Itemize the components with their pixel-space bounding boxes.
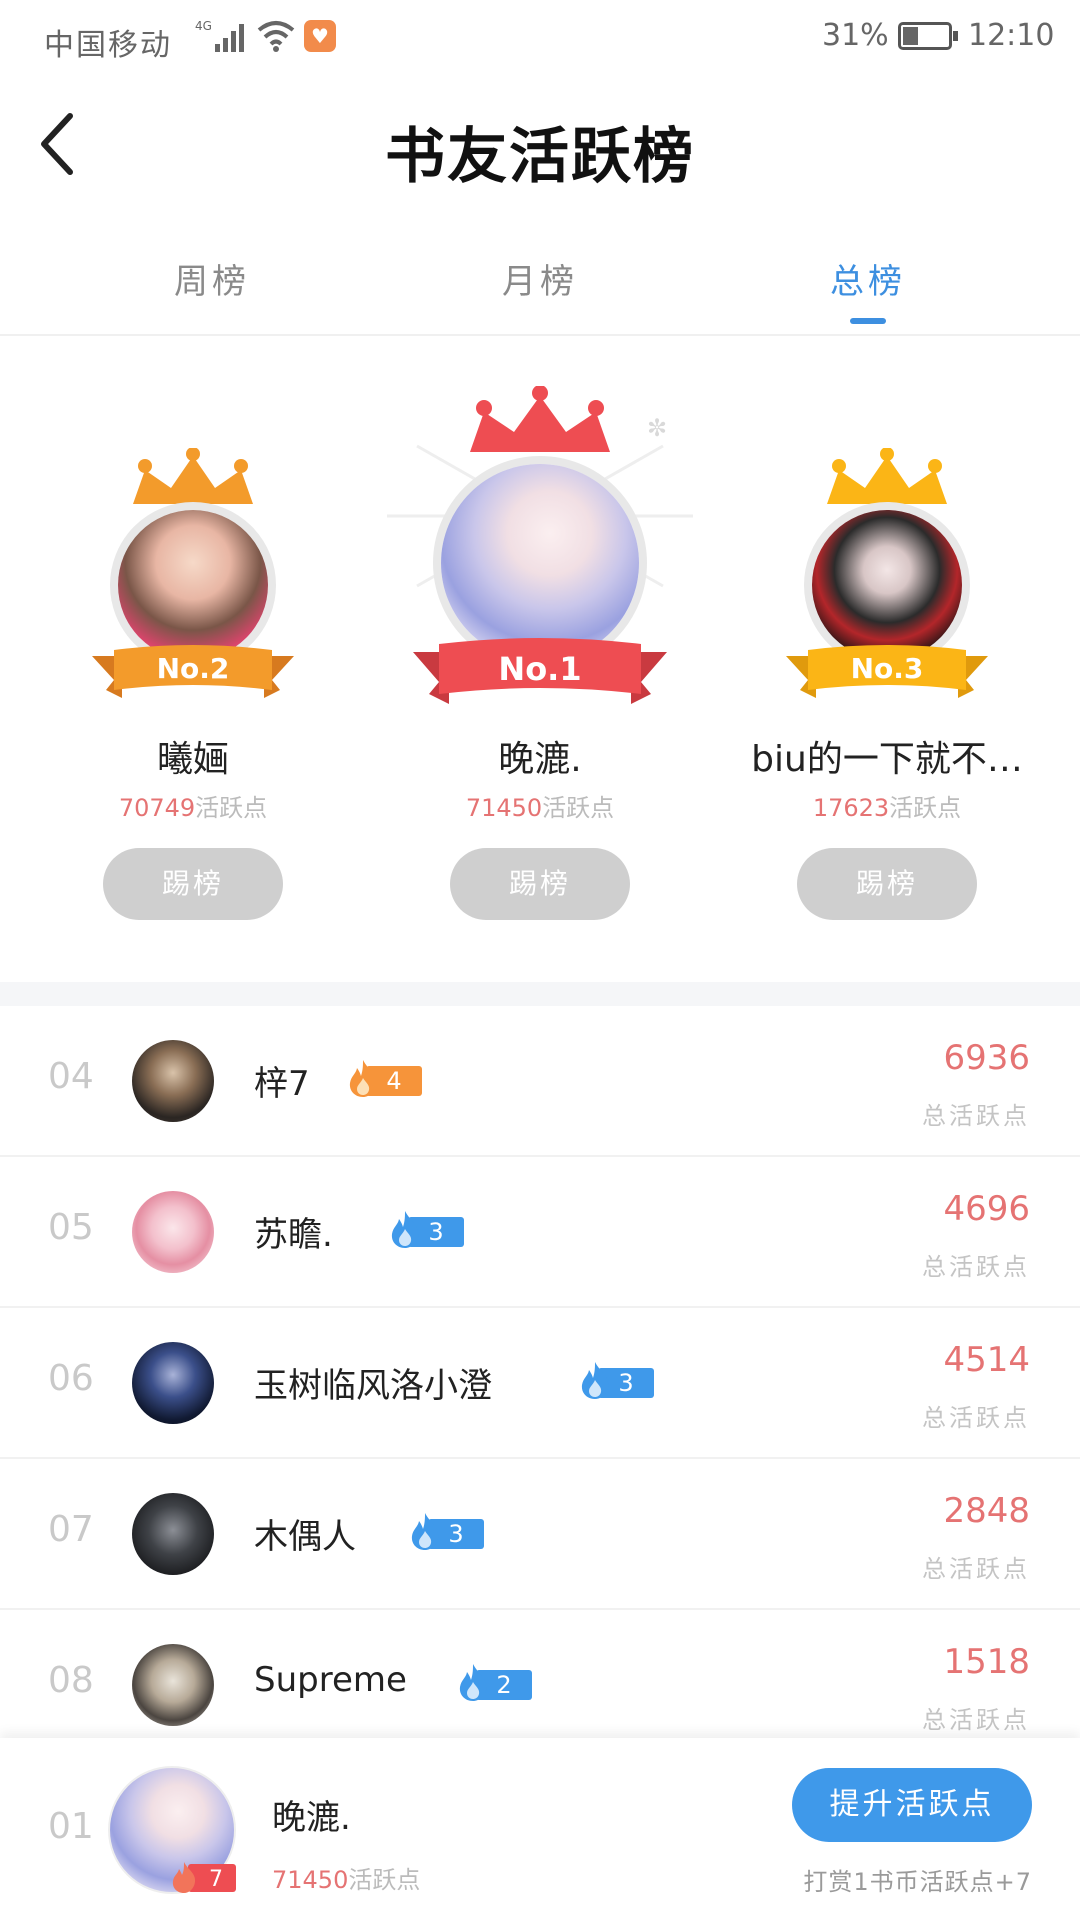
- my-rank-number: 01: [48, 1806, 94, 1847]
- tab-monthly[interactable]: 月榜: [440, 254, 640, 303]
- avatar: [132, 1644, 214, 1726]
- podium-name: 曦婳: [156, 739, 229, 780]
- avatar: [132, 1040, 214, 1122]
- user-name: Supreme: [254, 1660, 407, 1700]
- podium-rank-3[interactable]: No.3 biu的一下就不… 17623活跃点 踢榜: [714, 336, 1060, 982]
- page-title: 书友活跃榜: [385, 122, 695, 192]
- rank-label: No.2: [157, 652, 230, 685]
- podium-rank-1[interactable]: ✼ No.1 晚漉. 71450活跃点 踢榜: [367, 336, 713, 982]
- kick-button[interactable]: 踢榜: [103, 848, 283, 920]
- score-unit: 活跃点: [195, 794, 268, 822]
- signal-icon: 4G: [195, 19, 244, 52]
- podium-name: 晚漉.: [498, 739, 582, 780]
- rank-label: No.1: [498, 650, 581, 688]
- badge-count: 7: [209, 1867, 223, 1892]
- avatar: [132, 1191, 214, 1273]
- activity-badge: 2: [454, 1664, 532, 1701]
- list-item[interactable]: 04 梓7 4 6936 总活跃点: [0, 1006, 1080, 1157]
- top-three-podium: No.2 曦婳 70749活跃点 踢榜 ✼ No.1 晚漉. 71450活跃点 …: [0, 336, 1080, 982]
- score-value: 6936: [943, 1038, 1030, 1078]
- rank-number: 08: [48, 1660, 94, 1701]
- boost-activity-button[interactable]: 提升活跃点: [792, 1768, 1032, 1842]
- rank-ribbon: No.1: [413, 638, 667, 704]
- carrier-label: 中国移动: [44, 28, 172, 63]
- sparkle-icon: ✼: [647, 414, 667, 442]
- kick-button[interactable]: 踢榜: [450, 848, 630, 920]
- rank-label: No.3: [851, 652, 924, 685]
- score-value: 4514: [943, 1340, 1030, 1380]
- user-name: 苏瞻.: [254, 1215, 333, 1255]
- user-name: 木偶人: [254, 1517, 356, 1557]
- status-bar: 中国移动 4G ♥ 31% 12:10: [0, 0, 1080, 80]
- flame-icon: [411, 1513, 439, 1550]
- my-activity-badge: 7: [172, 1862, 236, 1893]
- score-label: 总活跃点: [922, 1706, 1030, 1734]
- rank-number: 05: [48, 1207, 94, 1248]
- my-name: 晚漉.: [272, 1798, 351, 1838]
- activity-badge: 4: [344, 1060, 422, 1097]
- podium-score: 17623活跃点: [714, 788, 1060, 823]
- score-value: 1518: [943, 1642, 1030, 1682]
- score-value: 71450: [465, 794, 543, 822]
- activity-badge: 3: [386, 1211, 464, 1248]
- score-value: 71450: [272, 1866, 349, 1894]
- health-app-icon: ♥: [304, 20, 336, 52]
- activity-badge: 3: [406, 1513, 484, 1550]
- tab-weekly[interactable]: 周榜: [112, 254, 312, 303]
- flame-icon: [581, 1362, 609, 1399]
- user-name: 梓7: [254, 1064, 310, 1104]
- podium-score: 71450活跃点: [367, 788, 713, 823]
- list-item[interactable]: 07 木偶人 3 2848 总活跃点: [0, 1459, 1080, 1610]
- user-name: 玉树临风洛小澄: [254, 1366, 492, 1406]
- score-label: 总活跃点: [922, 1253, 1030, 1281]
- list-item[interactable]: 06 玉树临风洛小澄 3 4514 总活跃点: [0, 1308, 1080, 1459]
- score-unit: 活跃点: [889, 794, 962, 822]
- list-item[interactable]: 05 苏瞻. 3 4696 总活跃点: [0, 1157, 1080, 1308]
- rank-number: 04: [48, 1056, 94, 1097]
- rank-ribbon: No.3: [786, 645, 988, 698]
- tab-bar: 周榜 月榜 总榜: [0, 250, 1080, 336]
- rank-ribbon: No.2: [92, 645, 294, 698]
- wifi-icon: [257, 21, 295, 52]
- score-unit: 活跃点: [348, 1866, 421, 1894]
- rank-number: 07: [48, 1509, 94, 1550]
- flame-icon: [459, 1664, 487, 1701]
- boost-hint: 打赏1书币活跃点+7: [803, 1868, 1032, 1896]
- score-label: 总活跃点: [922, 1102, 1030, 1130]
- active-tab-indicator: [850, 318, 886, 324]
- avatar: [132, 1493, 214, 1575]
- flame-icon: [349, 1060, 377, 1097]
- activity-badge: 3: [576, 1362, 654, 1399]
- score-value: 2848: [943, 1491, 1030, 1531]
- score-label: 总活跃点: [922, 1404, 1030, 1432]
- rank-number: 06: [48, 1358, 94, 1399]
- battery-percent: 31%: [822, 18, 889, 53]
- score-label: 总活跃点: [922, 1555, 1030, 1583]
- tab-total[interactable]: 总榜: [768, 254, 968, 324]
- podium-name: biu的一下就不…: [751, 739, 1023, 780]
- my-score: 71450活跃点: [272, 1860, 420, 1895]
- battery-icon: [898, 22, 958, 50]
- podium-score: 70749活跃点: [20, 788, 366, 823]
- podium-rank-2[interactable]: No.2 曦婳 70749活跃点 踢榜: [20, 336, 366, 982]
- kick-button[interactable]: 踢榜: [797, 848, 977, 920]
- flame-icon: [391, 1211, 419, 1248]
- network-type-label: 4G: [195, 19, 212, 33]
- score-value: 4696: [943, 1189, 1030, 1229]
- score-value: 70749: [118, 794, 196, 822]
- section-divider: [0, 982, 1080, 1006]
- avatar: [132, 1342, 214, 1424]
- tab-total-label: 总榜: [830, 262, 906, 302]
- clock: 12:10: [968, 18, 1055, 53]
- score-value: 17623: [812, 794, 890, 822]
- my-rank-bar: 01 7 晚漉. 71450活跃点 提升活跃点 打赏1书币活跃点+7: [0, 1738, 1080, 1920]
- crown-icon: [470, 386, 610, 452]
- score-unit: 活跃点: [542, 794, 615, 822]
- battery-fill: [903, 27, 918, 45]
